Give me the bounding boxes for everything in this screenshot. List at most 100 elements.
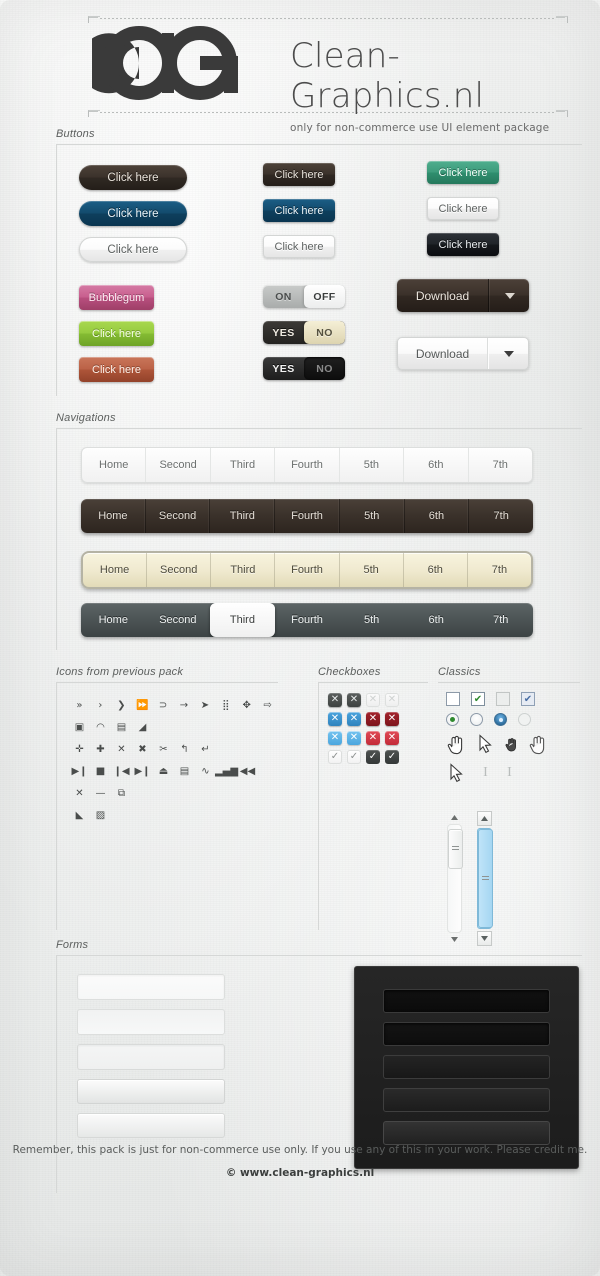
checkbox-blue2[interactable]: ✕ bbox=[347, 731, 361, 745]
chevron-down-icon[interactable] bbox=[488, 338, 528, 369]
nav-item-7th[interactable]: 7th bbox=[468, 607, 533, 633]
checkbox-red[interactable]: ✕ bbox=[366, 712, 380, 726]
nav-bar-cream[interactable]: Home Second Third Fourth 5th 6th 7th bbox=[81, 551, 533, 589]
nav-item-5th[interactable]: 5th bbox=[340, 553, 404, 587]
classic-radio-on-green[interactable] bbox=[446, 713, 459, 726]
checkbox-dark[interactable]: ✕ bbox=[347, 693, 361, 707]
text-input-field-4[interactable] bbox=[77, 1079, 225, 1104]
classic-checkbox-blue[interactable]: ✔ bbox=[521, 692, 535, 706]
text-input-field-3[interactable] bbox=[77, 1044, 225, 1070]
scrollbar-track[interactable] bbox=[447, 824, 463, 933]
nav-item-home[interactable]: Home bbox=[81, 499, 146, 533]
classic-checkbox-disabled[interactable] bbox=[496, 692, 510, 706]
checkbox-red2[interactable]: ✕ bbox=[366, 731, 380, 745]
nav-item-6th[interactable]: 6th bbox=[404, 448, 469, 482]
nav-item-third[interactable]: Third bbox=[211, 448, 276, 482]
checkbox-pale[interactable]: ✕ bbox=[366, 693, 380, 707]
nav-item-second[interactable]: Second bbox=[146, 499, 211, 533]
nav-item-home[interactable]: Home bbox=[82, 448, 147, 482]
scrollbar-light[interactable] bbox=[446, 811, 463, 946]
nav-item-7th[interactable]: 7th bbox=[469, 499, 533, 533]
classic-checkbox-green[interactable]: ✔ bbox=[471, 692, 485, 706]
nav-item-7th[interactable]: 7th bbox=[468, 553, 531, 587]
nav-item-6th[interactable]: 6th bbox=[404, 553, 468, 587]
scrollbar-thumb[interactable] bbox=[448, 829, 463, 869]
button-click-here-pill-dark[interactable]: Click here bbox=[79, 165, 187, 190]
nav-item-home[interactable]: Home bbox=[83, 553, 148, 587]
scrollbar-blue[interactable] bbox=[476, 811, 493, 946]
checkbox-dark[interactable]: ✕ bbox=[328, 693, 342, 707]
nav-item-6th[interactable]: 6th bbox=[405, 499, 470, 533]
checkbox-wht[interactable]: ✓ bbox=[328, 750, 342, 764]
nav-item-fourth[interactable]: Fourth bbox=[275, 607, 340, 633]
nav-item-5th[interactable]: 5th bbox=[339, 607, 404, 633]
dark-text-input-field-3[interactable] bbox=[383, 1055, 550, 1079]
toggle-yes-no-black[interactable]: YES NO bbox=[263, 357, 345, 380]
split-button-download-light[interactable]: Download bbox=[397, 337, 529, 370]
button-click-here-green[interactable]: Click here bbox=[79, 321, 154, 346]
nav-item-5th[interactable]: 5th bbox=[340, 499, 405, 533]
nav-item-second[interactable]: Second bbox=[146, 448, 211, 482]
text-input-field-5[interactable] bbox=[77, 1113, 225, 1138]
caret-up-icon[interactable] bbox=[477, 811, 492, 826]
dark-text-input-field-1[interactable] bbox=[383, 989, 550, 1013]
classic-radio-off[interactable] bbox=[470, 713, 483, 726]
checkbox-red2[interactable]: ✕ bbox=[385, 731, 399, 745]
split-button-label[interactable]: Download bbox=[398, 338, 488, 369]
checkbox-blue[interactable]: ✕ bbox=[328, 712, 342, 726]
toggle-label-yes[interactable]: YES bbox=[263, 357, 304, 380]
split-button-download-dark[interactable]: Download bbox=[397, 279, 529, 312]
nav-item-third[interactable]: Third bbox=[210, 499, 276, 533]
button-bubblegum[interactable]: Bubblegum bbox=[79, 285, 154, 310]
dark-text-input-field-5[interactable] bbox=[383, 1121, 550, 1145]
button-click-here-rust[interactable]: Click here bbox=[79, 357, 154, 382]
nav-bar-brown[interactable]: Home Second Third Fourth 5th 6th 7th bbox=[81, 499, 533, 533]
nav-item-7th[interactable]: 7th bbox=[469, 448, 532, 482]
toggle-label-no[interactable]: NO bbox=[304, 357, 345, 380]
button-click-here-black[interactable]: Click here bbox=[427, 233, 499, 256]
button-click-here-pill-white[interactable]: Click here bbox=[79, 237, 187, 262]
nav-bar-slate[interactable]: Home Second Third Fourth 5th 6th 7th bbox=[81, 603, 533, 637]
checkbox-blue[interactable]: ✕ bbox=[347, 712, 361, 726]
button-click-here-rect-white[interactable]: Click here bbox=[263, 235, 335, 258]
split-button-label[interactable]: Download bbox=[397, 279, 489, 312]
nav-item-home[interactable]: Home bbox=[81, 607, 146, 633]
checkbox-red[interactable]: ✕ bbox=[385, 712, 399, 726]
dark-text-input-field-2[interactable] bbox=[383, 1022, 550, 1046]
classic-radio-disabled[interactable] bbox=[518, 713, 531, 726]
classic-radio-on-blue[interactable] bbox=[494, 713, 507, 726]
checkbox-chk[interactable]: ✓ bbox=[385, 750, 399, 764]
scrollbar-track[interactable] bbox=[477, 828, 493, 929]
checkbox-chk[interactable]: ✓ bbox=[366, 750, 380, 764]
nav-item-5th[interactable]: 5th bbox=[340, 448, 405, 482]
checkbox-wht[interactable]: ✓ bbox=[347, 750, 361, 764]
text-input-field-1[interactable] bbox=[77, 974, 225, 1000]
button-click-here-teal[interactable]: Click here bbox=[427, 161, 499, 184]
scrollbar-thumb[interactable] bbox=[478, 829, 493, 928]
checkbox-pale[interactable]: ✕ bbox=[385, 693, 399, 707]
nav-item-fourth[interactable]: Fourth bbox=[275, 448, 340, 482]
nav-item-third[interactable]: Third bbox=[211, 553, 276, 587]
button-click-here-rect-dark[interactable]: Click here bbox=[263, 163, 335, 186]
toggle-label-off[interactable]: OFF bbox=[304, 285, 345, 308]
toggle-label-yes[interactable]: YES bbox=[263, 321, 304, 344]
nav-item-third[interactable]: Third bbox=[210, 603, 275, 637]
checkbox-blue2[interactable]: ✕ bbox=[328, 731, 342, 745]
button-click-here-rect-blue[interactable]: Click here bbox=[263, 199, 335, 222]
button-click-here-white-2[interactable]: Click here bbox=[427, 197, 499, 220]
toggle-yes-no-cream[interactable]: YES NO bbox=[263, 321, 345, 344]
nav-item-6th[interactable]: 6th bbox=[404, 607, 469, 633]
dark-text-input-field-4[interactable] bbox=[383, 1088, 550, 1112]
button-click-here-pill-blue[interactable]: Click here bbox=[79, 201, 187, 226]
nav-item-second[interactable]: Second bbox=[147, 553, 212, 587]
toggle-label-on[interactable]: ON bbox=[263, 285, 304, 308]
caret-up-icon[interactable] bbox=[447, 811, 462, 824]
toggle-on-off[interactable]: ON OFF bbox=[263, 285, 345, 308]
toggle-label-no[interactable]: NO bbox=[304, 321, 345, 344]
nav-item-fourth[interactable]: Fourth bbox=[275, 553, 340, 587]
classic-checkbox-plain[interactable] bbox=[446, 692, 460, 706]
text-input-field-2[interactable] bbox=[77, 1009, 225, 1035]
nav-item-fourth[interactable]: Fourth bbox=[275, 499, 340, 533]
chevron-down-icon[interactable] bbox=[489, 279, 529, 312]
nav-bar-white[interactable]: Home Second Third Fourth 5th 6th 7th bbox=[81, 447, 533, 483]
